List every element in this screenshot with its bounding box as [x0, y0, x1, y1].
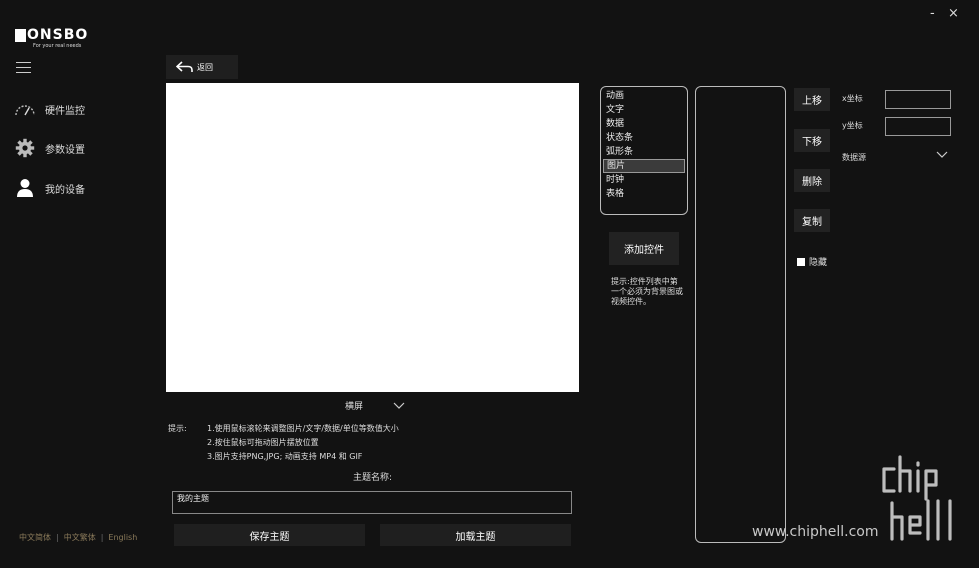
preview-canvas[interactable]: [166, 83, 579, 392]
hide-label: 隐藏: [809, 258, 828, 268]
back-arrow-icon: [176, 61, 194, 73]
widget-type-list: 动画 文字 数据 状态条 弧形条 图片 时钟 表格: [600, 86, 688, 215]
widget-type-clock[interactable]: 时钟: [603, 173, 685, 187]
tip-line: 3.图片支持PNG,JPG; 动画支持 MP4 和 GIF: [207, 452, 363, 461]
hide-checkbox[interactable]: 隐藏: [797, 255, 827, 268]
gear-icon: [14, 138, 36, 158]
language-switcher: 中文简体 | 中文繁体 | English: [19, 533, 138, 542]
load-theme-button[interactable]: 加载主题: [380, 524, 571, 546]
sidebar-item-label: 我的设备: [45, 184, 85, 196]
sidebar-item-label: 硬件监控: [45, 105, 85, 117]
sidebar-item-settings[interactable]: 参数设置: [14, 136, 85, 160]
user-icon: [14, 178, 36, 198]
tips-label: 提示:: [168, 424, 187, 433]
speedometer-icon: [14, 99, 36, 119]
add-widget-button[interactable]: 添加控件: [609, 232, 679, 265]
control-list[interactable]: [695, 86, 786, 543]
widget-type-text[interactable]: 文字: [603, 103, 685, 117]
widget-type-arc-bar[interactable]: 弧形条: [603, 145, 685, 159]
watermark-logo-icon: [882, 455, 952, 541]
lang-simplified-chinese[interactable]: 中文简体: [19, 533, 51, 542]
close-button[interactable]: ×: [948, 6, 959, 21]
y-coordinate-label: y坐标: [842, 121, 863, 130]
widget-type-image[interactable]: 图片: [603, 159, 685, 173]
lang-traditional-chinese[interactable]: 中文繁体: [64, 533, 96, 542]
sidebar-item-hardware-monitor[interactable]: 硬件监控: [14, 97, 85, 121]
chevron-down-icon[interactable]: [936, 151, 948, 159]
back-button-label: 返回: [197, 62, 213, 72]
minimize-button[interactable]: -: [930, 6, 935, 21]
lang-english[interactable]: English: [108, 533, 137, 542]
sidebar-item-my-device[interactable]: 我的设备: [14, 176, 85, 200]
y-coordinate-input[interactable]: [885, 117, 951, 136]
orientation-select[interactable]: 横屏: [345, 399, 405, 412]
theme-name-label: 主题名称:: [353, 473, 393, 483]
tip-line: 2.按住鼠标可拖动图片摆放位置: [207, 438, 319, 447]
delete-button[interactable]: 删除: [794, 169, 830, 192]
theme-name-input[interactable]: [172, 491, 572, 514]
widget-type-data[interactable]: 数据: [603, 117, 685, 131]
checkbox-box: [797, 257, 805, 266]
x-coordinate-label: x坐标: [842, 94, 863, 103]
datasource-label: 数据源: [842, 153, 866, 162]
widget-type-status-bar[interactable]: 状态条: [603, 131, 685, 145]
widget-type-animation[interactable]: 动画: [603, 89, 685, 103]
move-up-button[interactable]: 上移: [794, 88, 830, 111]
widget-type-table[interactable]: 表格: [603, 187, 685, 201]
brand-logo: ONSBO For your real needs: [15, 28, 91, 52]
tip-line: 1.使用鼠标滚轮来调整图片/文字/数据/单位等数值大小: [207, 424, 399, 433]
x-coordinate-input[interactable]: [885, 90, 951, 109]
orientation-value: 横屏: [345, 402, 364, 412]
save-theme-button[interactable]: 保存主题: [174, 524, 365, 546]
tips-list: 1.使用鼠标滚轮来调整图片/文字/数据/单位等数值大小 2.按住鼠标可拖动图片摆…: [207, 422, 399, 464]
sidebar-item-label: 参数设置: [45, 144, 85, 156]
watermark-text: www.chiphell.com: [752, 524, 879, 540]
brand-tagline: For your real needs: [33, 43, 82, 49]
chevron-down-icon: [393, 402, 405, 409]
logo-mark-icon: [15, 28, 26, 42]
widget-hint: 提示:控件列表中第一个必须为背景图或视频控件。: [611, 277, 683, 306]
brand-name: ONSBO: [27, 27, 89, 43]
menu-icon[interactable]: [16, 62, 31, 74]
copy-button[interactable]: 复制: [794, 209, 830, 232]
back-button[interactable]: 返回: [166, 55, 238, 79]
move-down-button[interactable]: 下移: [794, 129, 830, 152]
